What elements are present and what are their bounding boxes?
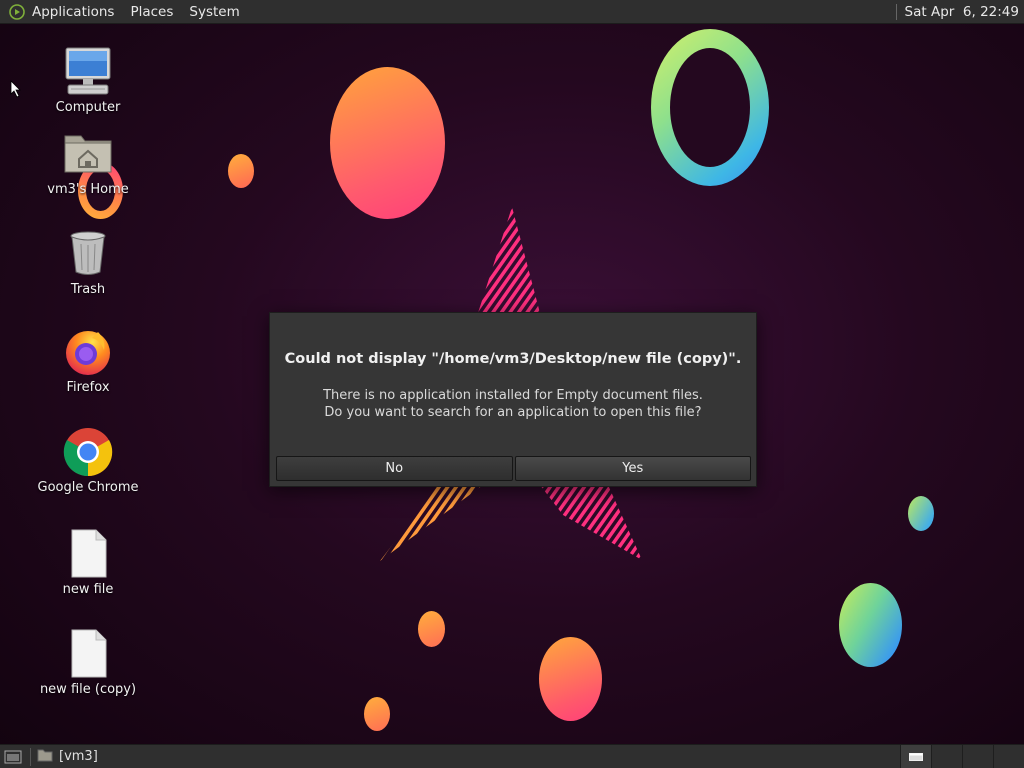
wallpaper-oval-bottom bbox=[539, 637, 602, 721]
dialog-title: Could not display "/home/vm3/Desktop/new… bbox=[284, 351, 742, 367]
folder-icon bbox=[37, 748, 53, 766]
firefox-icon bbox=[66, 331, 110, 375]
window-thumbnail-icon bbox=[909, 752, 923, 761]
chrome-icon bbox=[63, 428, 113, 477]
wallpaper-dot-1 bbox=[418, 611, 445, 647]
home-folder-icon bbox=[64, 135, 112, 173]
panel-separator bbox=[30, 747, 31, 766]
document-icon bbox=[71, 629, 107, 678]
desktop-icon-label: Trash bbox=[70, 282, 106, 297]
trash-icon bbox=[70, 231, 106, 275]
wallpaper-green-blue-oval bbox=[839, 583, 902, 667]
dialog-button-row: No Yes bbox=[276, 456, 751, 481]
desktop-icon-chrome[interactable]: Google Chrome bbox=[33, 426, 143, 495]
document-icon bbox=[71, 529, 107, 578]
yes-button[interactable]: Yes bbox=[514, 456, 751, 481]
wallpaper-dot-2 bbox=[364, 697, 390, 731]
show-desktop-icon[interactable] bbox=[2, 748, 24, 766]
workspace-1[interactable] bbox=[900, 745, 931, 768]
no-button[interactable]: No bbox=[276, 456, 513, 481]
workspace-3[interactable] bbox=[962, 745, 993, 768]
taskbar-item-label: [vm3] bbox=[59, 749, 98, 764]
desktop-icon-new-file[interactable]: new file bbox=[33, 528, 143, 597]
computer-icon bbox=[65, 47, 111, 95]
wallpaper-blue-oval bbox=[908, 496, 934, 531]
clock[interactable]: Sat Apr 6, 22:49 bbox=[905, 4, 1024, 20]
taskbar-item-vm3[interactable]: [vm3] bbox=[37, 748, 98, 766]
panel-separator bbox=[895, 4, 897, 20]
dialog-message: There is no application installed for Em… bbox=[270, 387, 756, 421]
mouse-cursor-icon bbox=[10, 80, 21, 98]
workspace-2[interactable] bbox=[931, 745, 962, 768]
distro-logo-icon[interactable] bbox=[8, 3, 26, 21]
workspace-4[interactable] bbox=[993, 745, 1024, 768]
desktop-icon-firefox[interactable]: Firefox bbox=[33, 326, 143, 395]
desktop-icon-label: new file bbox=[62, 582, 114, 597]
bottom-panel: [vm3] bbox=[0, 744, 1024, 768]
error-dialog: Could not display "/home/vm3/Desktop/new… bbox=[269, 312, 757, 487]
wallpaper-small-oval bbox=[228, 154, 254, 188]
wallpaper-ring-large bbox=[651, 29, 769, 186]
top-panel: Applications Places System Sat Apr 6, 22… bbox=[0, 0, 1024, 24]
places-menu[interactable]: Places bbox=[130, 4, 181, 20]
desktop-icon-label: Google Chrome bbox=[37, 480, 139, 495]
dialog-message-line-2: Do you want to search for an application… bbox=[324, 405, 702, 420]
system-menu[interactable]: System bbox=[189, 4, 247, 20]
desktop-icon-computer[interactable]: Computer bbox=[33, 46, 143, 115]
desktop-icon-trash[interactable]: Trash bbox=[33, 228, 143, 297]
desktop-icon-label: vm3's Home bbox=[47, 182, 129, 197]
workspace-switcher bbox=[900, 745, 1024, 768]
desktop-icon-new-file-copy[interactable]: new file (copy) bbox=[33, 628, 143, 697]
desktop-icon-label: Computer bbox=[55, 100, 121, 115]
desktop-icon-label: Firefox bbox=[66, 380, 110, 395]
dialog-message-line-1: There is no application installed for Em… bbox=[323, 388, 703, 403]
wallpaper-orange-oval bbox=[330, 67, 445, 219]
applications-menu[interactable]: Applications bbox=[32, 4, 122, 20]
desktop-icon-label: new file (copy) bbox=[39, 682, 137, 697]
desktop-icon-home[interactable]: vm3's Home bbox=[33, 128, 143, 197]
